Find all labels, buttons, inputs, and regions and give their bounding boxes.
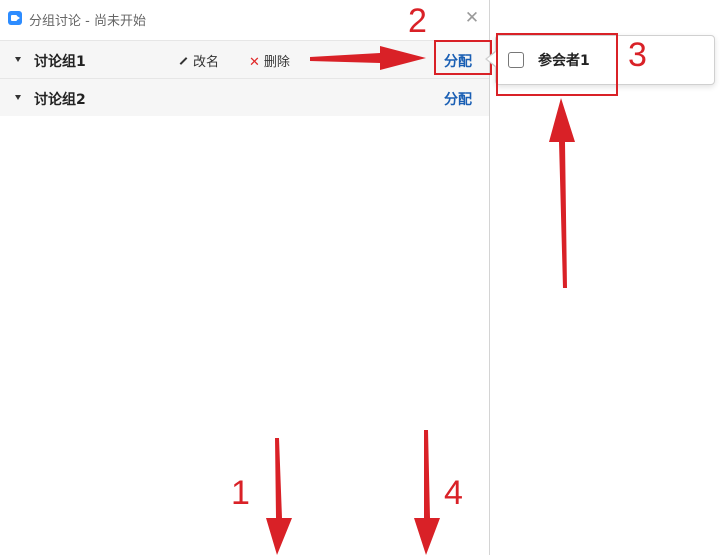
arrow-down-icon bbox=[414, 430, 440, 555]
annotation-number: 3 bbox=[628, 36, 647, 74]
arrow-right-icon bbox=[310, 46, 426, 70]
annotation-number: 4 bbox=[444, 474, 463, 512]
annotation-arrows bbox=[266, 46, 575, 555]
annotation-number: 1 bbox=[231, 474, 250, 512]
arrow-down-icon bbox=[266, 438, 292, 555]
arrow-up-icon bbox=[549, 98, 575, 288]
annotation-number: 2 bbox=[408, 2, 427, 40]
